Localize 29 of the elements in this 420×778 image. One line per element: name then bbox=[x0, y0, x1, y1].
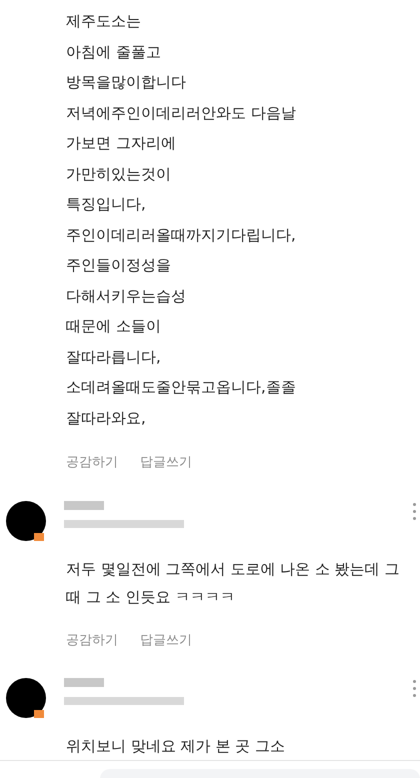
comment-text: 아침에 줄풀고 bbox=[66, 42, 162, 62]
avatar bbox=[6, 678, 46, 718]
comment-text: 가보면 그자리에 bbox=[66, 133, 177, 154]
comment-action[interactable]: 답글쓰기 bbox=[140, 453, 192, 472]
comment-text: 잘따라릅니다, bbox=[66, 346, 162, 368]
comment-action[interactable]: 공감하기 bbox=[66, 453, 118, 472]
comment-text: 주인들이정성을 bbox=[66, 255, 172, 276]
more-icon[interactable] bbox=[413, 680, 416, 697]
comment-action[interactable]: 공감하기 bbox=[66, 630, 118, 650]
more-icon[interactable] bbox=[413, 502, 416, 520]
comment-text: 위치보니 맞네요 제가 본 곳 그소 bbox=[66, 736, 286, 757]
comment-text: 방목을많이합니다 bbox=[66, 72, 187, 93]
comment-text: 잘따라와요, bbox=[66, 408, 147, 428]
comment-text: 주인이데리러올때까지기다립니다, bbox=[66, 224, 297, 246]
comment-text: 때문에 소들이 bbox=[66, 316, 162, 337]
redacted-name bbox=[64, 678, 104, 687]
comment-text: 가만히있는것이 bbox=[66, 164, 172, 184]
redacted-name bbox=[64, 500, 104, 510]
comment-text: 소데려올때도줄안묶고옵니다,졸졸 bbox=[66, 377, 297, 398]
avatar bbox=[6, 500, 46, 540]
badge-icon bbox=[34, 710, 44, 718]
comment-text: 특징입니다, bbox=[66, 194, 147, 215]
comment-action[interactable]: 답글쓰기 bbox=[140, 630, 192, 650]
comment-text: 저녁에주인이데리러안와도 다음날 bbox=[66, 102, 297, 124]
comment-text: 제주도소는 bbox=[66, 11, 142, 32]
comment-text: 다해서키우는습성 bbox=[66, 286, 187, 306]
badge-icon bbox=[34, 532, 44, 540]
comment-text: 때 그 소 인듯요 ㅋㅋㅋㅋ bbox=[66, 586, 236, 608]
comment-text: 저두 몇일전에 그쪽에서 도로에 나온 소 봤는데 그 bbox=[66, 558, 400, 580]
